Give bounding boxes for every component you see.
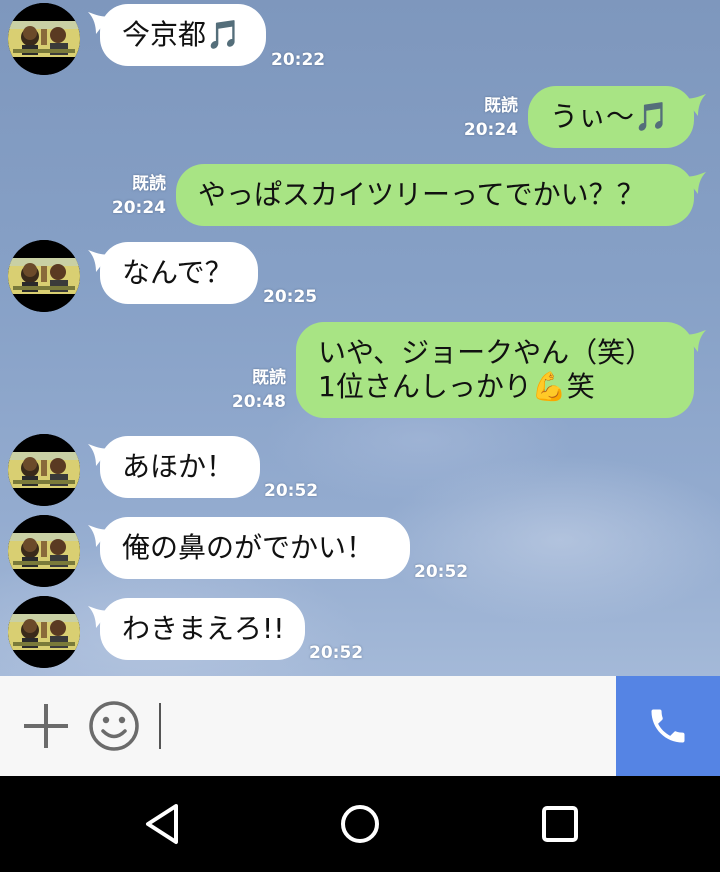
message-text: 笑: [566, 370, 595, 403]
message-text-line: いや、ジョークやん（笑）: [318, 336, 654, 369]
message-bubble-received[interactable]: わきまえろ!!: [100, 598, 305, 660]
bubble-tail: [684, 330, 706, 352]
chat-area[interactable]: 今京都🎵 20:22 既読 20:24 うぃ〜🎵 既読 20:24 やっぱスカイ…: [0, 0, 720, 676]
message-time: 20:24: [111, 198, 166, 218]
android-nav-bar: [0, 776, 720, 872]
message-text: わきまえろ!!: [122, 612, 285, 645]
bubble-tail: [88, 12, 110, 34]
message-text: 1位さんしっかり: [318, 370, 532, 403]
call-button[interactable]: [616, 676, 720, 776]
bubble-tail: [88, 525, 110, 547]
read-status: 既読 20:48: [230, 366, 286, 414]
avatar[interactable]: [8, 240, 80, 312]
music-note-emoji: 🎵: [634, 100, 669, 133]
message-time: 20:52: [309, 643, 364, 663]
music-note-emoji: 🎵: [206, 18, 241, 51]
message-bubble-sent[interactable]: いや、ジョークやん（笑） 1位さんしっかり💪笑: [296, 322, 694, 418]
bubble-tail: [88, 250, 110, 272]
avatar[interactable]: [8, 596, 80, 668]
bubble-tail: [88, 444, 110, 466]
text-input-cursor[interactable]: [159, 703, 161, 749]
phone-icon: [651, 709, 685, 743]
bubble-tail: [88, 606, 110, 628]
message-time: 20:25: [263, 287, 318, 307]
read-status: 既読 20:24: [110, 172, 166, 220]
bubble-tail: [684, 94, 706, 116]
flexed-biceps-emoji: 💪: [531, 370, 567, 403]
message-bubble-received[interactable]: なんで？: [100, 242, 258, 304]
message-bubble-sent[interactable]: やっぱスカイツリーってでかい？？: [176, 164, 694, 226]
message-text: 今京都: [122, 18, 207, 51]
message-time: 20:52: [264, 481, 319, 501]
plus-icon[interactable]: [22, 702, 70, 750]
read-label: 既読: [484, 96, 518, 116]
read-label: 既読: [252, 368, 286, 388]
message-time: 20:52: [414, 562, 469, 582]
message-bubble-received[interactable]: あほか！: [100, 436, 260, 498]
message-text: あほか！: [122, 450, 235, 483]
home-circle-icon[interactable]: [339, 803, 381, 845]
read-status: 既読 20:24: [462, 94, 518, 142]
message-text: うぃ〜: [550, 100, 635, 133]
message-input-bar: [0, 676, 720, 776]
back-triangle-icon[interactable]: [142, 802, 182, 846]
avatar[interactable]: [8, 515, 80, 587]
message-time: 20:48: [231, 392, 286, 412]
read-label: 既読: [132, 174, 166, 194]
message-bubble-received[interactable]: 俺の鼻のがでかい！: [100, 517, 410, 579]
message-text: 俺の鼻のがでかい！: [122, 531, 375, 564]
bubble-tail: [684, 172, 706, 194]
smiley-icon[interactable]: [88, 700, 140, 752]
message-time: 20:22: [271, 50, 326, 70]
message-time: 20:24: [463, 120, 518, 140]
message-text: やっぱスカイツリーってでかい？？: [198, 178, 645, 211]
avatar[interactable]: [8, 3, 80, 75]
recents-square-icon[interactable]: [540, 804, 580, 844]
message-bubble-received[interactable]: 今京都🎵: [100, 4, 266, 66]
avatar[interactable]: [8, 434, 80, 506]
message-bubble-sent[interactable]: うぃ〜🎵: [528, 86, 694, 148]
message-text: なんで？: [122, 256, 233, 289]
